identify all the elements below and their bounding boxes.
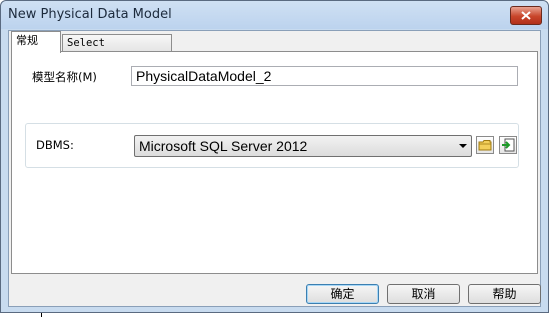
model-name-input[interactable] <box>131 66 518 86</box>
close-button[interactable] <box>510 6 542 25</box>
ok-button[interactable]: 确定 <box>306 284 379 304</box>
dialog-window: New Physical Data Model 常规 Select Extens… <box>0 0 549 313</box>
tab-general[interactable]: 常规 <box>11 31 61 53</box>
import-dbms-button[interactable] <box>499 136 517 154</box>
cancel-button[interactable]: 取消 <box>387 284 460 304</box>
folder-icon <box>478 140 492 151</box>
dbms-group: DBMS: Microsoft SQL Server 2012 <box>25 123 519 168</box>
help-button[interactable]: 帮助 <box>468 284 541 304</box>
dialog-client-area: 常规 Select Extensions 模型名称(M) DBMS: Micro… <box>8 30 541 307</box>
chevron-down-icon <box>459 144 467 148</box>
window-title: New Physical Data Model <box>8 7 172 22</box>
cursor-artifact <box>41 313 42 317</box>
title-bar: New Physical Data Model <box>1 1 548 29</box>
browse-dbms-button[interactable] <box>476 136 494 154</box>
dbms-selected-value: Microsoft SQL Server 2012 <box>139 138 308 154</box>
close-icon <box>521 11 531 20</box>
import-icon <box>502 138 515 152</box>
dbms-select[interactable]: Microsoft SQL Server 2012 <box>134 135 472 157</box>
tab-page-general: 模型名称(M) DBMS: Microsoft SQL Server 2012 <box>11 51 538 274</box>
tab-select-extensions[interactable]: Select Extensions <box>62 34 172 65</box>
dbms-label: DBMS: <box>36 138 74 152</box>
model-name-label: 模型名称(M) <box>32 70 97 84</box>
tab-general-label: 常规 <box>16 34 38 47</box>
